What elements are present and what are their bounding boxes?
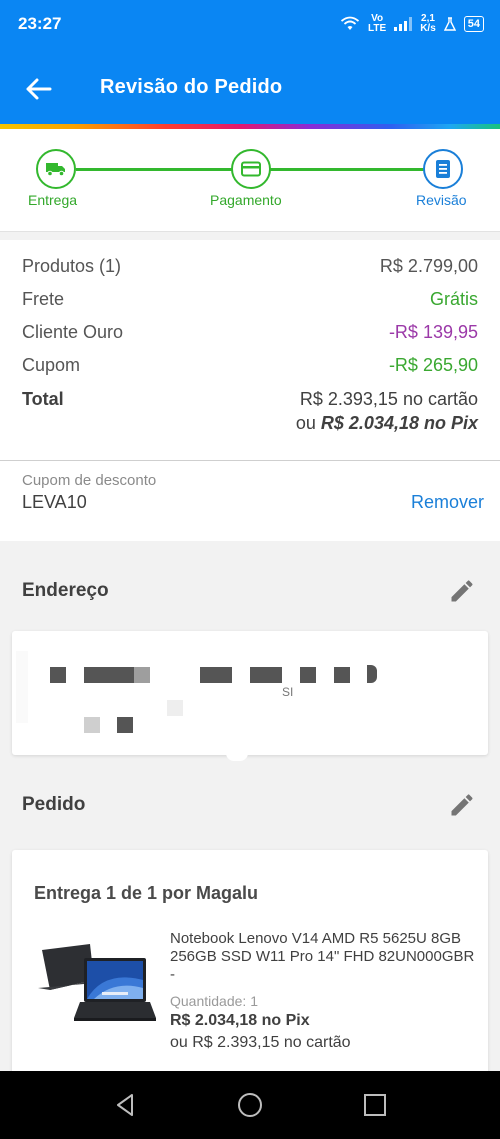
redacted-block — [200, 667, 232, 683]
total-label: Total — [22, 389, 64, 409]
step-label-pagamento: Pagamento — [210, 192, 282, 208]
card-icon — [241, 161, 261, 177]
product-price-pix: R$ 2.034,18 no Pix — [170, 1012, 310, 1029]
coupon-field-label: Cupom de desconto — [22, 472, 157, 489]
step-revisao[interactable] — [423, 149, 463, 189]
edit-order-pencil-icon[interactable] — [448, 791, 476, 819]
gold-label: Cliente Ouro — [22, 322, 124, 342]
product-name[interactable]: Notebook Lenovo V14 AMD R5 5625U 8GB 256… — [170, 930, 475, 984]
redacted-block — [367, 665, 377, 683]
products-label: Produtos (1) — [22, 256, 122, 276]
gold-value: -R$ 139,95 — [388, 322, 478, 342]
order-summary: Produtos (1) R$ 2.799,00 Frete Grátis Cl… — [0, 240, 500, 460]
network-speed: 2,1 K/s — [420, 13, 436, 34]
square-recents-icon[interactable] — [361, 1091, 389, 1119]
triangle-back-icon[interactable] — [112, 1091, 140, 1119]
status-icons: Vo LTE 2,1 K/s 54 — [340, 14, 484, 34]
edit-address-pencil-icon[interactable] — [448, 577, 476, 605]
redacted-block — [84, 717, 100, 733]
summary-row-gold: Cliente Ouro -R$ 139,95 — [22, 322, 478, 346]
step-pagamento[interactable] — [231, 149, 271, 189]
system-nav-bar — [0, 1071, 500, 1139]
document-icon — [436, 160, 450, 178]
address-title: Endereço — [22, 580, 109, 601]
flask-icon — [443, 17, 456, 31]
circle-home-icon[interactable] — [236, 1091, 264, 1119]
redacted-block — [117, 717, 133, 733]
redacted-block — [50, 667, 66, 683]
shipment-title: Entrega 1 de 1 por Magalu — [34, 883, 259, 903]
coupon-label: Cupom — [22, 355, 81, 375]
coupon-code: LEVA10 — [22, 492, 87, 512]
order-title: Pedido — [22, 794, 86, 815]
redacted-block — [167, 700, 183, 716]
checkout-stepper: Entrega Pagamento Revisão — [0, 129, 500, 232]
signal-icon — [394, 17, 413, 31]
product-price-card: ou R$ 2.393,15 no cartão — [170, 1034, 351, 1051]
summary-row-shipping: Frete Grátis — [22, 289, 478, 313]
step-entrega[interactable] — [36, 149, 76, 189]
redacted-block — [134, 667, 150, 683]
redacted-block — [334, 667, 350, 683]
laptop-product-image[interactable] — [34, 940, 160, 1032]
status-bar: 23:27 Vo LTE 2,1 K/s 54 — [0, 0, 500, 52]
redacted-block — [84, 667, 134, 683]
status-time: 23:27 — [18, 14, 62, 33]
shipping-label: Frete — [22, 289, 65, 309]
remove-coupon-button[interactable]: Remover — [411, 492, 484, 513]
step-connector — [76, 168, 232, 171]
app-bar: Revisão do Pedido — [0, 52, 500, 124]
product-quantity: Quantidade: 1 — [170, 993, 258, 1009]
redacted-block — [250, 667, 282, 683]
total-card-price: R$ 2.393,15 no cartão — [299, 389, 478, 409]
summary-row-coupon: Cupom -R$ 265,90 — [22, 355, 478, 379]
redacted-block — [16, 651, 28, 723]
shipping-value: Grátis — [429, 289, 478, 309]
network-type: Vo LTE — [368, 13, 387, 34]
address-partial-text: SI — [282, 685, 294, 699]
wifi-icon — [340, 16, 360, 30]
page-title: Revisão do Pedido — [100, 76, 283, 98]
address-card[interactable]: SI — [12, 631, 488, 755]
products-value: R$ 2.799,00 — [379, 256, 478, 276]
address-card-notch — [226, 753, 248, 761]
truck-icon — [46, 163, 65, 177]
step-connector — [270, 168, 424, 171]
step-label-entrega: Entrega — [28, 192, 78, 208]
coupon-value: -R$ 265,90 — [388, 355, 478, 375]
total-pix-price: ou R$ 2.034,18 no Pix — [295, 413, 478, 433]
battery-icon: 54 — [463, 16, 484, 32]
redacted-block — [300, 667, 316, 683]
order-card: Entrega 1 de 1 por Magalu Notebook Lenov… — [12, 850, 488, 1090]
summary-row-products: Produtos (1) R$ 2.799,00 — [22, 256, 478, 280]
coupon-section: Cupom de desconto LEVA10 Remover — [0, 460, 500, 541]
arrow-left-icon[interactable] — [24, 74, 54, 104]
step-label-revisao: Revisão — [416, 192, 467, 208]
